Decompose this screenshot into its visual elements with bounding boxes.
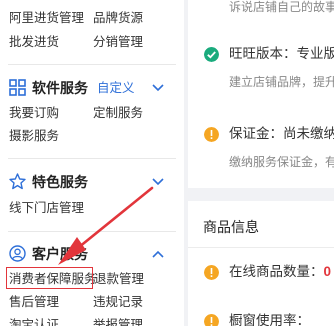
- customize-link[interactable]: 自定义: [97, 81, 135, 95]
- divider: [8, 158, 176, 159]
- sidebar-link-wholesale-buy[interactable]: 批发进货: [9, 35, 59, 49]
- sidebar-link-order[interactable]: 我要订购: [9, 106, 59, 120]
- check-circle-icon: [204, 47, 219, 62]
- online-goods-value: 0: [323, 264, 332, 279]
- warning-circle-icon: [204, 265, 219, 280]
- sidebar-link-brand-source[interactable]: 品牌货源: [93, 11, 143, 25]
- deposit-desc: 缴纳服务保证金，有: [229, 155, 334, 169]
- sidebar-link-after-sales[interactable]: 售后管理: [9, 295, 59, 309]
- sidebar-link-report[interactable]: 举报管理: [93, 318, 143, 326]
- sidebar-link-violations[interactable]: 违规记录: [93, 295, 143, 309]
- section-title-customer[interactable]: 客户服务: [32, 246, 88, 262]
- story-text: 诉说店铺自己的故事: [229, 0, 334, 14]
- divider: [8, 231, 176, 232]
- sidebar-link-wholesale-manage[interactable]: 阿里进货管理: [9, 11, 84, 25]
- online-goods-label: 在线商品数量：: [229, 264, 324, 279]
- divider: [8, 64, 176, 65]
- warning-circle-icon: [204, 314, 219, 326]
- user-circle-icon: [9, 245, 26, 262]
- sidebar-link-distribution[interactable]: 分销管理: [93, 35, 143, 49]
- star-icon: [9, 173, 26, 190]
- warning-circle-icon: [204, 127, 219, 142]
- sidebar-link-taobao-cert[interactable]: 淘宝认证: [9, 318, 59, 326]
- grid-icon: [9, 79, 26, 96]
- wangwang-version: 旺旺版本：专业版: [229, 46, 334, 61]
- chevron-up-icon[interactable]: [152, 250, 164, 258]
- section-title-special[interactable]: 特色服务: [32, 174, 88, 190]
- window-usage: 橱窗使用率：: [229, 313, 310, 326]
- chevron-down-icon[interactable]: [152, 178, 164, 186]
- section-title-software[interactable]: 软件服务: [32, 80, 88, 96]
- highlight-box: [6, 267, 93, 289]
- divider: [188, 247, 334, 248]
- wangwang-desc: 建立店铺品牌，提升: [229, 75, 334, 89]
- sidebar-link-photo-service[interactable]: 摄影服务: [9, 129, 59, 143]
- goods-card-title: 商品信息: [203, 219, 259, 235]
- sidebar-link-offline-store[interactable]: 线下门店管理: [9, 201, 84, 215]
- sidebar: 阿里进货管理 品牌货源 批发进货 分销管理 软件服务 自定义 我要订购 定制服务…: [0, 0, 184, 326]
- sidebar-link-custom-service[interactable]: 定制服务: [93, 106, 143, 120]
- online-goods-count: 在线商品数量：0: [229, 264, 331, 280]
- sidebar-link-refund[interactable]: 退款管理: [94, 272, 144, 286]
- chevron-down-icon[interactable]: [152, 84, 164, 92]
- deposit-status: 保证金：尚未缴纳: [229, 126, 334, 141]
